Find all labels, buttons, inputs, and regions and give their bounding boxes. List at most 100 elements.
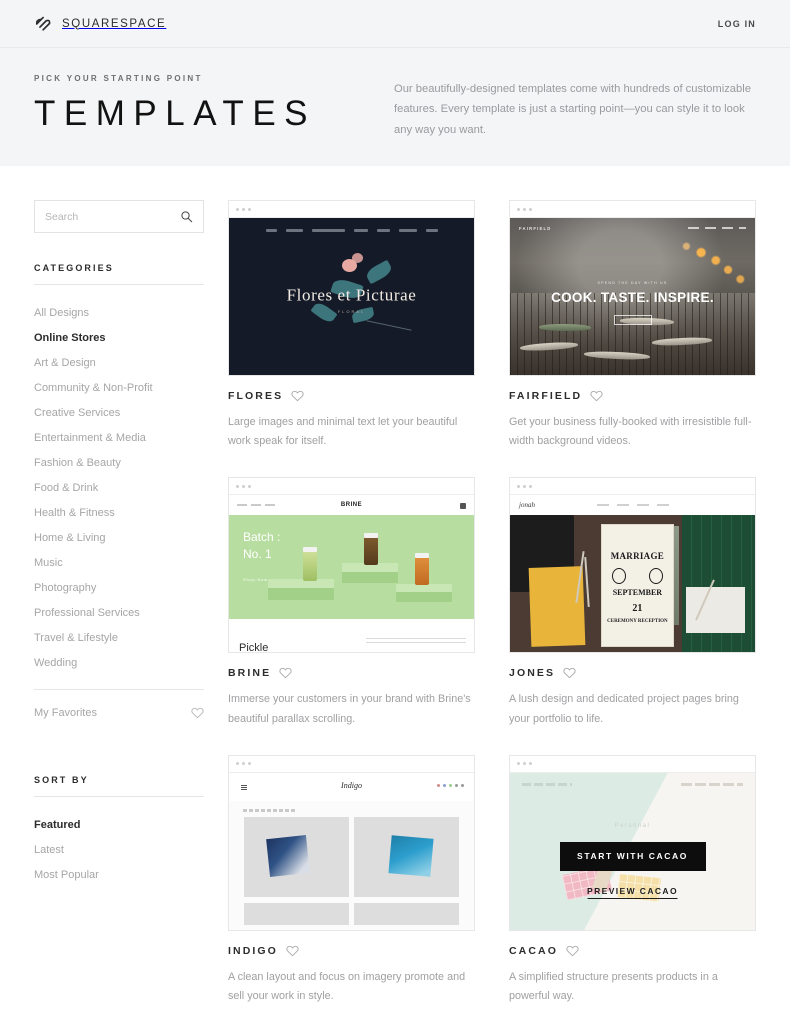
preview-cacao-button[interactable]: PREVIEW CACAO (587, 886, 678, 899)
heart-outline-icon[interactable] (590, 390, 603, 402)
chrome-dot (517, 207, 520, 211)
template-grid: Flores et Picturae FLORAL FLORES Large i… (228, 200, 756, 1006)
sidebar-item-home-living[interactable]: Home & Living (34, 526, 204, 551)
template-name-cacao: CACAO (509, 944, 558, 957)
brand-wordmark: SQUARESPACE (62, 17, 167, 30)
template-card-fairfield: FAIRFIELD SPEND THE DAY WITH US COOK. TA… (509, 200, 756, 451)
template-card-header: BRINE (228, 667, 475, 679)
template-name-fairfield: FAIRFIELD (509, 390, 583, 402)
template-name-indigo: INDIGO (228, 944, 278, 957)
chrome-dot (236, 484, 239, 488)
sidebar-item-travel-lifestyle[interactable]: Travel & Lifestyle (34, 626, 204, 651)
template-card-header: CACAO (509, 945, 756, 957)
template-grid-container: Flores et Picturae FLORAL FLORES Large i… (204, 196, 756, 1006)
template-thumbnail-indigo[interactable]: Indigo (228, 754, 475, 931)
sidebar-item-wedding[interactable]: Wedding (34, 651, 204, 676)
jones-poster-line-4: CEREMONY RECEPTION (607, 619, 668, 625)
start-with-cacao-button[interactable]: START WITH CACAO (559, 841, 706, 871)
filter-sidebar: CATEGORIES All Designs Online Stores Art… (34, 196, 204, 1006)
template-preview-jones: jonah MARRIAGE SEPTEMBER 21 CEREMONY REC… (510, 495, 755, 653)
chrome-dot (517, 762, 520, 766)
heart-outline-icon[interactable] (563, 667, 576, 679)
heart-outline-icon[interactable] (566, 945, 579, 957)
browser-chrome-bar (510, 755, 755, 773)
brine-preview-footer: Pickle (239, 642, 269, 653)
chrome-dot (242, 207, 245, 211)
template-card-header: FAIRFIELD (509, 390, 756, 402)
categories-heading: CATEGORIES (34, 263, 204, 285)
fairfield-preview-logo: FAIRFIELD (519, 226, 552, 231)
brine-preview-batch: Batch : No. 1 (243, 530, 281, 561)
template-card-flores: Flores et Picturae FLORAL FLORES Large i… (228, 200, 475, 451)
sort-option-featured[interactable]: Featured (34, 813, 204, 838)
login-link[interactable]: LOG IN (718, 19, 756, 29)
search-input[interactable] (45, 210, 180, 223)
chrome-dot (242, 762, 245, 766)
squarespace-logo-link[interactable]: SQUARESPACE (34, 14, 166, 33)
heart-outline-icon[interactable] (286, 945, 299, 957)
template-name-brine: BRINE (228, 667, 272, 680)
template-description-brine: Immerse your customers in your brand wit… (228, 693, 471, 725)
template-thumbnail-jones[interactable]: jonah MARRIAGE SEPTEMBER 21 CEREMONY REC… (509, 477, 756, 654)
browser-chrome-bar (510, 201, 755, 218)
sidebar-item-all-designs[interactable]: All Designs (34, 301, 204, 326)
template-name-jones: JONES (509, 667, 556, 680)
template-thumbnail-fairfield[interactable]: FAIRFIELD SPEND THE DAY WITH US COOK. TA… (509, 200, 756, 376)
chrome-dot (242, 484, 245, 488)
chrome-dot (248, 762, 251, 766)
sidebar-item-professional-services[interactable]: Professional Services (34, 601, 204, 626)
browser-chrome-bar (229, 201, 474, 218)
template-description-fairfield: Get your business fully-booked with irre… (509, 416, 752, 448)
template-card-brine: BRINE Batch: No. 1 Shop Now Pickle BRIN… (228, 477, 475, 728)
sidebar-item-community-non-profit[interactable]: Community & Non-Profit (34, 376, 204, 401)
browser-chrome-bar (229, 478, 474, 496)
jones-preview-logo: jonah (519, 501, 535, 510)
browser-chrome-bar (229, 755, 474, 773)
indigo-preview-logo: Indigo (341, 780, 362, 790)
chrome-dot (529, 762, 532, 766)
sidebar-item-food-drink[interactable]: Food & Drink (34, 476, 204, 501)
template-preview-fairfield: FAIRFIELD SPEND THE DAY WITH US COOK. TA… (510, 218, 755, 375)
heart-outline-icon[interactable] (279, 667, 292, 679)
chrome-dot (248, 207, 251, 211)
template-thumbnail-brine[interactable]: BRINE Batch: No. 1 Shop Now Pickle (228, 477, 475, 654)
sidebar-item-health-fitness[interactable]: Health & Fitness (34, 501, 204, 526)
jones-poster-line-2: SEPTEMBER (612, 587, 663, 597)
template-card-header: JONES (509, 667, 756, 679)
cart-icon (460, 503, 466, 510)
search-icon[interactable] (180, 210, 193, 223)
top-navigation-bar: SQUARESPACE LOG IN (0, 0, 790, 48)
sidebar-item-entertainment-media[interactable]: Entertainment & Media (34, 426, 204, 451)
sidebar-item-photography[interactable]: Photography (34, 576, 204, 601)
category-list: All Designs Online Stores Art & Design C… (34, 301, 204, 676)
sidebar-item-music[interactable]: Music (34, 551, 204, 576)
sidebar-item-online-stores[interactable]: Online Stores (34, 326, 204, 351)
hero-description: Our beautifully-designed templates come … (394, 83, 751, 136)
template-card-cacao: Personal START WITH CACAO PREVIEW CACAO … (509, 754, 756, 1006)
chrome-dot (236, 762, 239, 766)
page-body: CATEGORIES All Designs Online Stores Art… (0, 166, 790, 1006)
page-hero: PICK YOUR STARTING POINT TEMPLATES Our b… (0, 48, 790, 166)
sidebar-item-my-favorites[interactable]: My Favorites (34, 690, 204, 719)
flores-preview-title: Flores et Picturae (286, 284, 417, 304)
flores-preview-subtitle: FLORAL (337, 309, 366, 315)
heart-outline-icon[interactable] (191, 707, 204, 719)
sort-option-latest[interactable]: Latest (34, 838, 204, 863)
template-thumbnail-cacao[interactable]: Personal START WITH CACAO PREVIEW CACAO (509, 754, 756, 931)
chrome-dot (248, 484, 251, 488)
sort-option-list: Featured Latest Most Popular (34, 813, 204, 888)
chrome-dot (523, 207, 526, 211)
search-box[interactable] (34, 200, 204, 233)
sidebar-item-art-design[interactable]: Art & Design (34, 351, 204, 376)
template-card-indigo: Indigo INDIGO A clean layout and focus o… (228, 754, 475, 1006)
sidebar-item-fashion-beauty[interactable]: Fashion & Beauty (34, 451, 204, 476)
browser-chrome-bar (510, 478, 755, 496)
heart-outline-icon[interactable] (291, 390, 304, 402)
template-card-jones: jonah MARRIAGE SEPTEMBER 21 CEREMONY REC… (509, 477, 756, 728)
fairfield-preview-kicker: SPEND THE DAY WITH US (597, 280, 668, 285)
my-favorites-label: My Favorites (34, 707, 97, 719)
template-thumbnail-flores[interactable]: Flores et Picturae FLORAL (228, 200, 475, 376)
sidebar-item-creative-services[interactable]: Creative Services (34, 401, 204, 426)
sort-option-most-popular[interactable]: Most Popular (34, 863, 204, 888)
cacao-preview-word: Personal (614, 823, 651, 830)
